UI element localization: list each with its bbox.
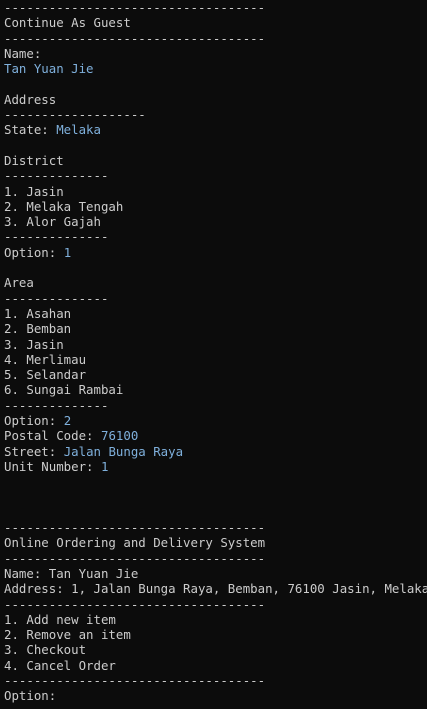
console-line: 1. Jasin [4,184,427,199]
console-line: ----------------------------------- [4,31,427,46]
console-text: 2. Bemban [4,321,72,337]
console-text: 3. Jasin [4,336,64,352]
console-line: -------------- [4,229,427,244]
console-line: Street: Jalan Bunga Raya [4,444,427,459]
console-text: -------------- [4,168,109,184]
console-line: 4. Cancel Order [4,658,427,673]
console-line: Online Ordering and Delivery System [4,535,427,550]
console-line: ----------------------------------- [4,520,427,535]
console-text: Address [4,91,57,107]
console-line: 3. Checkout [4,642,427,657]
user-input-value: 1 [63,244,72,260]
console-text: 3. Alor Gajah [4,214,101,230]
console-line: 3. Jasin [4,337,427,352]
console-text: 1. Asahan [4,305,72,321]
console-line: 1. Asahan [4,306,427,321]
console-text: ----------------------------------- [4,0,266,15]
console-text: 4. Merlimau [4,351,87,367]
console-text: Option: [4,413,64,429]
console-text: 5. Selandar [4,367,87,383]
console-text: Postal Code: [4,428,101,444]
console-line: ----------------------------------- [4,551,427,566]
console-line: Continue As Guest [4,15,427,30]
console-line: 2. Melaka Tengah [4,199,427,214]
console-line: Postal Code: 76100 [4,428,427,443]
console-text: District [4,152,64,168]
console-text: 2. Remove an item [4,627,131,643]
console-line: ----------------------------------- [4,597,427,612]
console-line: -------------- [4,398,427,413]
console-line: District [4,153,427,168]
console-text: Option: [4,244,64,260]
console-text: Unit Number: [4,458,101,474]
console-line: Option: [4,688,427,703]
console-line: 6. Sungai Rambai [4,382,427,397]
console-text: 1. Add new item [4,611,116,627]
console-text: ----------------------------------- [4,520,266,536]
console-line: 2. Bemban [4,321,427,336]
console-text: -------------- [4,290,109,306]
console-text: Option: [4,688,57,704]
console-line: Area [4,275,427,290]
console-text: Online Ordering and Delivery System [4,535,266,551]
console-output[interactable]: ----------------------------------- Conti… [0,0,427,709]
user-input-value: Melaka [56,122,101,138]
console-line: -------------- [4,168,427,183]
console-line: 3. Alor Gajah [4,214,427,229]
console-text: 3. Checkout [4,642,87,658]
console-text: 4. Cancel Order [4,657,116,673]
console-text: ----------------------------------- [4,30,266,46]
console-line: Name: Tan Yuan Jie [4,566,427,581]
console-text: Address: 1, Jalan Bunga Raya, Bemban, 76… [4,581,427,597]
console-text: 1. Jasin [4,183,64,199]
console-line: 5. Selandar [4,367,427,382]
console-text: ----------------------------------- [4,673,266,689]
console-text: Name: Tan Yuan Jie [4,565,139,581]
console-text: Name: [4,45,42,61]
user-input-value: 76100 [100,428,139,444]
console-line: Unit Number: 1 [4,459,427,474]
console-line: ----------------------------------- [4,0,427,15]
console-line: Option: 2 [4,413,427,428]
console-text: Area [4,275,34,291]
console-line: Name: [4,46,427,61]
user-input-value: 1 [100,458,109,474]
console-text: State: [4,122,57,138]
console-line: 1. Add new item [4,612,427,627]
console-text: ----------------------------------- [4,596,266,612]
console-text: 6. Sungai Rambai [4,382,124,398]
console-line: -------------- [4,291,427,306]
console-line: State: Melaka [4,122,427,137]
console-line: ----------------------------------- [4,673,427,688]
console-line: Tan Yuan Jie [4,61,427,76]
console-line: Address [4,92,427,107]
user-input-value: Tan Yuan Jie [4,61,94,77]
console-text: ------------------- [4,107,146,123]
console-text: -------------- [4,397,109,413]
user-input-value: 2 [63,413,72,429]
console-line: ------------------- [4,107,427,122]
user-input-value: Jalan Bunga Raya [63,443,184,459]
console-text: 2. Melaka Tengah [4,198,124,214]
console-line: Address: 1, Jalan Bunga Raya, Bemban, 76… [4,581,427,596]
console-line: Option: 1 [4,245,427,260]
console-line: 2. Remove an item [4,627,427,642]
console-text: Continue As Guest [4,15,131,31]
console-text: ----------------------------------- [4,550,266,566]
console-line: 4. Merlimau [4,352,427,367]
console-text: -------------- [4,229,109,245]
console-text: Street: [4,443,64,459]
